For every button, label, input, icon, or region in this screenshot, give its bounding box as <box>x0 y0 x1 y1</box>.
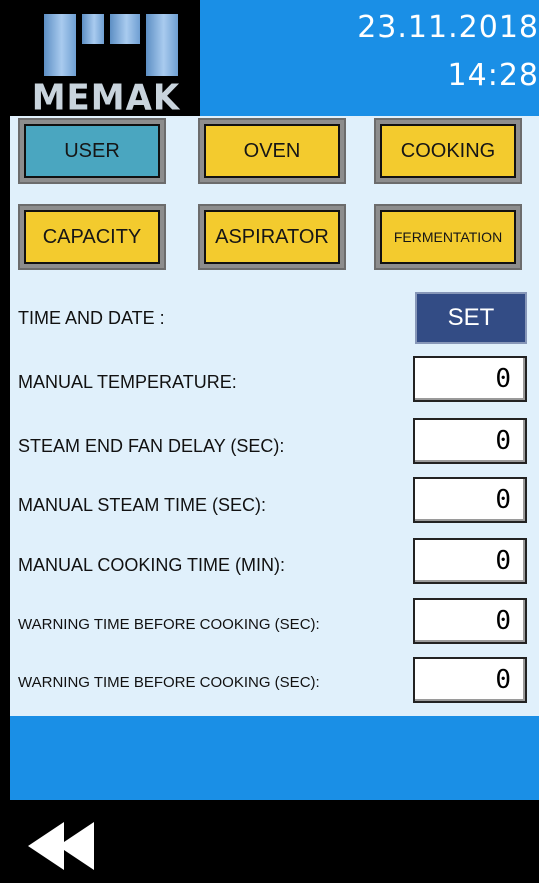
oven-tab-label: OVEN <box>204 124 340 178</box>
capacity-tab-label: CAPACITY <box>24 210 160 264</box>
manual-steam-time-label: MANUAL STEAM TIME (SEC): <box>18 495 267 515</box>
oven-tab-button[interactable]: OVEN <box>198 118 346 184</box>
logo-text: MEMAK <box>31 77 181 119</box>
footer-bar <box>10 800 539 883</box>
aspirator-tab-button[interactable]: ASPIRATOR <box>198 204 346 270</box>
double-chevron-left-icon <box>28 822 94 870</box>
memak-logo: MEMAK <box>10 0 200 119</box>
status-bar <box>10 716 539 800</box>
hmi-screen: MEMAK 23.11.2018 14:28 USER OVEN COOKING… <box>10 0 539 883</box>
time-and-date-label: TIME AND DATE : <box>18 308 165 328</box>
fermentation-tab-label: FERMENTATION <box>380 210 516 264</box>
cooking-tab-label: COOKING <box>380 124 516 178</box>
warning-time-field-1[interactable]: 0 <box>413 598 527 644</box>
time-display: 14:28 <box>447 58 539 93</box>
back-button[interactable] <box>28 822 100 870</box>
aspirator-tab-label: ASPIRATOR <box>204 210 340 264</box>
header-bar: MEMAK 23.11.2018 14:28 <box>10 0 539 119</box>
steam-end-fan-delay-field[interactable]: 0 <box>413 418 527 464</box>
warning-time-label-1: WARNING TIME BEFORE COOKING (SEC): <box>18 616 320 633</box>
warning-time-label-2: WARNING TIME BEFORE COOKING (SEC): <box>18 674 320 691</box>
steam-end-fan-delay-label: STEAM END FAN DELAY (SEC): <box>18 436 285 456</box>
warning-time-field-2[interactable]: 0 <box>413 657 527 703</box>
manual-cooking-time-label: MANUAL COOKING TIME (MIN): <box>18 555 286 575</box>
capacity-tab-button[interactable]: CAPACITY <box>18 204 166 270</box>
date-display: 23.11.2018 <box>357 10 539 45</box>
manual-cooking-time-field[interactable]: 0 <box>413 538 527 584</box>
user-tab-label: USER <box>24 124 160 178</box>
manual-temperature-label: MANUAL TEMPERATURE: <box>18 372 237 392</box>
manual-steam-time-field[interactable]: 0 <box>413 477 527 523</box>
manual-temperature-field[interactable]: 0 <box>413 356 527 402</box>
cooking-tab-button[interactable]: COOKING <box>374 118 522 184</box>
set-time-date-button[interactable]: SET <box>415 292 527 344</box>
user-tab-button[interactable]: USER <box>18 118 166 184</box>
fermentation-tab-button[interactable]: FERMENTATION <box>374 204 522 270</box>
